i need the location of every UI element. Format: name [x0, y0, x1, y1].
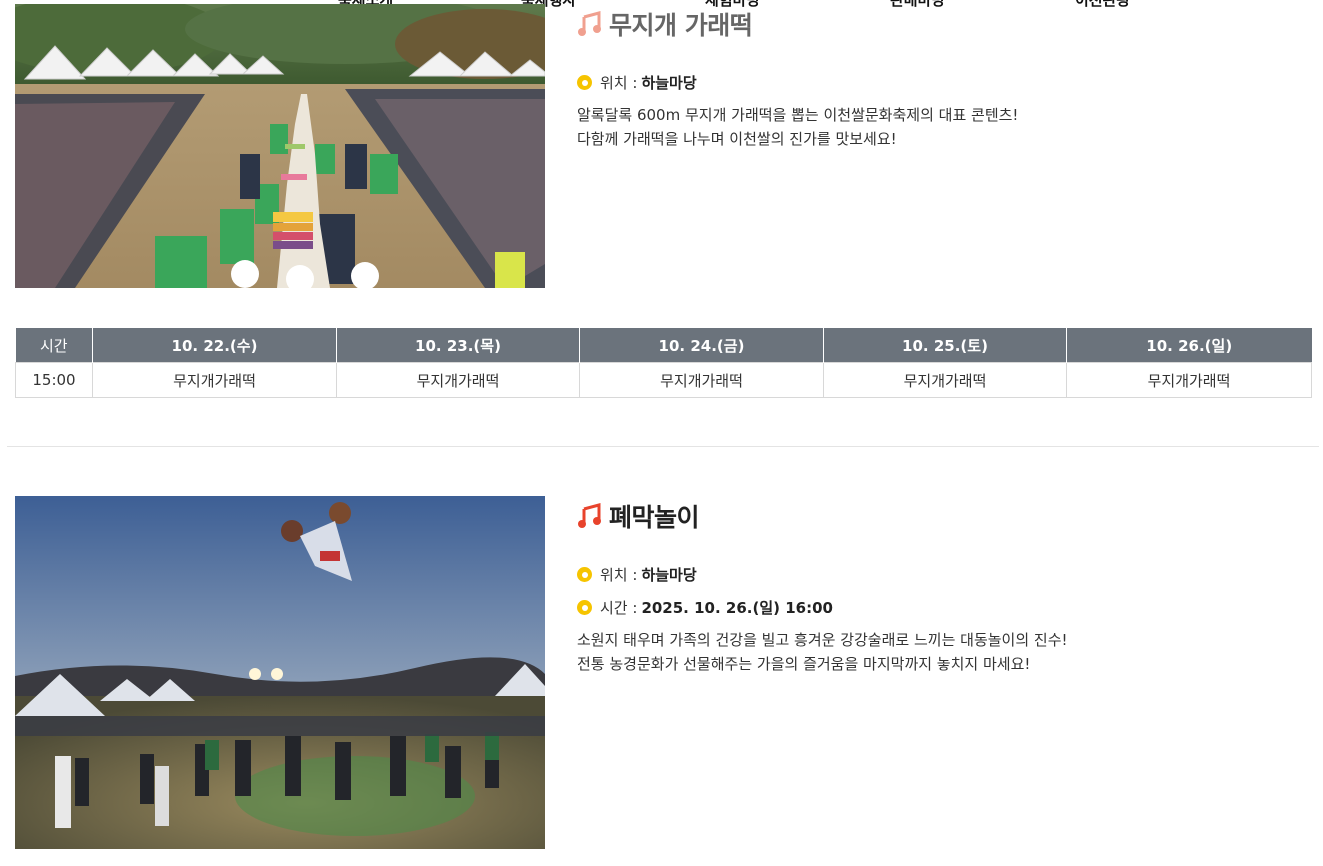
column-header: 10. 26.(일) — [1066, 328, 1312, 363]
location-label: 위치 : — [600, 566, 638, 584]
closing-event-photo — [15, 496, 545, 849]
section-title-row: 무지개 가래떡 — [577, 6, 753, 42]
music-note-icon — [578, 503, 601, 528]
schedule-table: 시간 10. 22.(수) 10. 23.(목) 10. 24.(금) 10. … — [15, 328, 1312, 398]
table-header-row: 시간 10. 22.(수) 10. 23.(목) 10. 24.(금) 10. … — [15, 328, 1312, 363]
location-info: 위치 : 하늘마당 — [577, 72, 697, 93]
location-value: 하늘마당 — [641, 566, 697, 584]
section-title-row: 폐막놀이 — [577, 498, 700, 534]
location-value: 하늘마당 — [641, 74, 697, 92]
time-label: 시간 : — [600, 599, 638, 617]
column-header: 10. 23.(목) — [336, 328, 580, 363]
section-description: 알록달록 600m 무지개 가래떡을 뽑는 이천쌀문화축제의 대표 콘텐츠! 다… — [577, 103, 1018, 151]
bullet-dot-icon — [577, 75, 592, 90]
column-header: 시간 — [15, 328, 93, 363]
table-cell: 무지개가래떡 — [1066, 362, 1312, 398]
column-header: 10. 25.(토) — [823, 328, 1067, 363]
description-line: 다함께 가래떡을 나누며 이천쌀의 진가를 맛보세요! — [577, 130, 897, 148]
rice-cake-event-photo — [15, 4, 545, 288]
location-info: 위치 : 하늘마당 — [577, 564, 697, 585]
description-line: 소원지 태우며 가족의 건강을 빌고 흥겨운 강강술래로 느끼는 대동놀이의 진… — [577, 631, 1068, 649]
nav-item[interactable]: 이천관광 — [1075, 0, 1130, 10]
section-title: 폐막놀이 — [609, 503, 700, 532]
column-header: 10. 24.(금) — [579, 328, 824, 363]
location-label: 위치 : — [600, 74, 638, 92]
column-header: 10. 22.(수) — [92, 328, 337, 363]
table-cell: 15:00 — [15, 362, 93, 398]
bullet-dot-icon — [577, 600, 592, 615]
page: 축제소개 축제행사 체험마당 판매마당 이천관광 — [0, 0, 1323, 866]
table-row: 15:00 무지개가래떡 무지개가래떡 무지개가래떡 무지개가래떡 무지개가래떡 — [15, 362, 1312, 398]
section-description: 소원지 태우며 가족의 건강을 빌고 흥겨운 강강술래로 느끼는 대동놀이의 진… — [577, 628, 1068, 676]
bullet-dot-icon — [577, 567, 592, 582]
nav-item[interactable]: 판매마당 — [890, 0, 945, 10]
section-title: 무지개 가래떡 — [609, 11, 753, 40]
table-cell: 무지개가래떡 — [823, 362, 1067, 398]
table-cell: 무지개가래떡 — [336, 362, 580, 398]
time-value: 2025. 10. 26.(일) 16:00 — [641, 599, 833, 617]
description-line: 알록달록 600m 무지개 가래떡을 뽑는 이천쌀문화축제의 대표 콘텐츠! — [577, 106, 1019, 124]
description-line: 전통 농경문화가 선물해주는 가을의 즐거움을 마지막까지 놓치지 마세요! — [577, 655, 1031, 673]
section-divider — [7, 446, 1319, 447]
music-note-icon — [578, 11, 601, 36]
table-cell: 무지개가래떡 — [579, 362, 824, 398]
time-info: 시간 : 2025. 10. 26.(일) 16:00 — [577, 597, 833, 618]
table-cell: 무지개가래떡 — [92, 362, 337, 398]
